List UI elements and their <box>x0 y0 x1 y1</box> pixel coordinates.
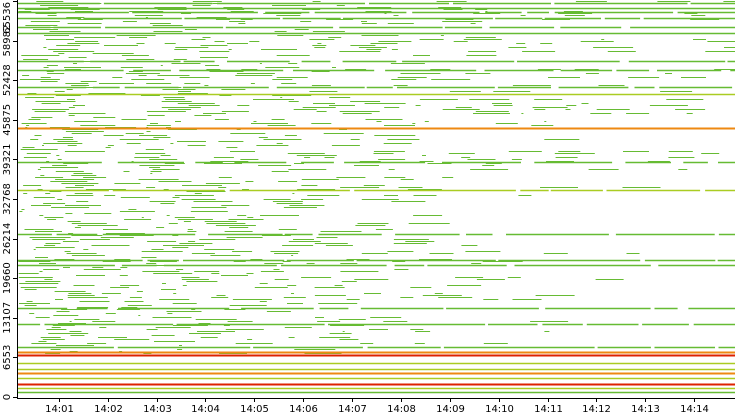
x-tick-label: 14:01 <box>45 404 74 415</box>
x-tick-label: 14:03 <box>143 404 172 415</box>
y-tick-label: 0 <box>2 394 13 400</box>
chart-svg: 14:01 14:02 14:03 14:04 14:05 14:06 14:07 14:08… <box>2 0 735 415</box>
y-tick-label: 52428 <box>2 64 13 96</box>
x-tick-label: 14:13 <box>631 404 660 415</box>
y-tick-label: 13107 <box>2 302 13 334</box>
heatmap-chart: 14:01 14:02 14:03 14:04 14:05 14:06 14:07 14:08… <box>0 0 735 415</box>
x-tick-label: 14:10 <box>485 404 514 415</box>
x-tick-label: 14:11 <box>534 404 563 415</box>
x-tick-label: 14:04 <box>191 404 220 415</box>
x-tick-label: 14:05 <box>240 404 269 415</box>
y-tick-label: 65536 <box>2 2 13 34</box>
y-axis-ticks: 0 6553 13107 19660 26214 32768 39321 45875 52428… <box>2 1 17 400</box>
y-tick-label: 19660 <box>2 262 13 294</box>
y-tick-label: 32768 <box>2 183 13 215</box>
x-tick-label: 14:06 <box>289 404 318 415</box>
y-tick-label: 6553 <box>2 345 13 370</box>
y-tick-label: 39321 <box>2 143 13 175</box>
x-tick-label: 14:08 <box>387 404 416 415</box>
x-tick-label: 14:02 <box>94 404 123 415</box>
y-tick-label: 26214 <box>2 223 13 255</box>
x-axis-ticks: 14:01 14:02 14:03 14:04 14:05 14:06 14:07 14:08… <box>45 398 709 415</box>
x-tick-label: 14:12 <box>582 404 611 415</box>
x-tick-label: 14:14 <box>680 404 709 415</box>
y-tick-label: 45875 <box>2 104 13 136</box>
x-tick-label: 14:09 <box>436 404 465 415</box>
x-tick-label: 14:07 <box>338 404 367 415</box>
